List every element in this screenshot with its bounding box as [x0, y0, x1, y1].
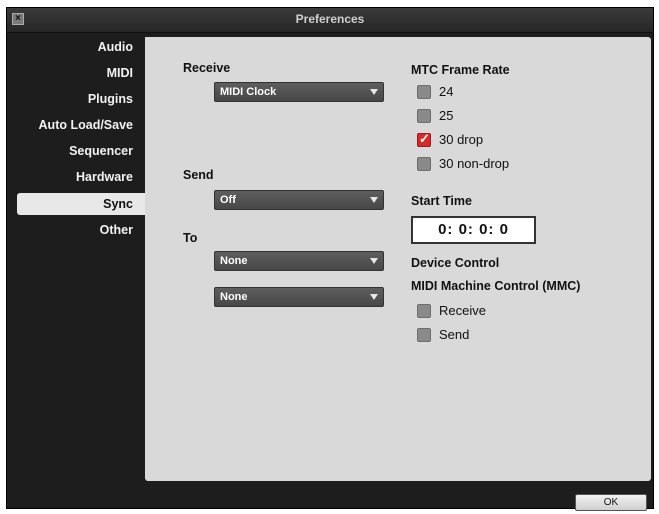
checkbox[interactable]	[417, 304, 431, 318]
mtc-frame-rate-label: MTC Frame Rate	[411, 63, 510, 77]
device-control-label: Device Control	[411, 256, 500, 270]
checkbox-checked[interactable]: ✓	[417, 131, 431, 147]
sidebar-item-audio[interactable]: Audio	[98, 40, 133, 54]
sidebar-item-auto-load-save[interactable]: Auto Load/Save	[39, 118, 133, 132]
mtc-option-label: 25	[439, 108, 454, 123]
sidebar-item-other[interactable]: Other	[100, 223, 133, 237]
sidebar-item-sync[interactable]: Sync	[103, 197, 133, 211]
start-time-label: Start Time	[411, 194, 472, 208]
ok-button[interactable]: OK	[575, 494, 647, 511]
sidebar-item-plugins[interactable]: Plugins	[88, 92, 133, 106]
chevron-down-icon	[370, 197, 378, 203]
send-label: Send	[183, 168, 214, 182]
receive-label: Receive	[183, 61, 231, 75]
mtc-option-25[interactable]: 25	[417, 108, 537, 126]
chevron-down-icon	[370, 89, 378, 95]
mmc-label: MIDI Machine Control (MMC)	[411, 279, 581, 293]
mtc-option-label: 24	[439, 84, 454, 99]
mtc-option-label: 30 drop	[439, 132, 484, 147]
send-dropdown-value: Off	[220, 194, 236, 206]
chevron-down-icon	[370, 294, 378, 300]
window-title: Preferences	[295, 12, 365, 26]
mtc-option-24[interactable]: 24	[417, 84, 537, 102]
to-dropdown-1-value: None	[220, 255, 248, 267]
receive-dropdown[interactable]: MIDI Clock	[214, 82, 384, 102]
start-time-field[interactable]: 0: 0: 0: 0	[411, 216, 536, 244]
mtc-option-30-non-drop[interactable]: 30 non-drop	[417, 156, 537, 174]
mtc-option-label: 30 non-drop	[439, 156, 510, 171]
checkbox[interactable]	[417, 157, 431, 171]
preferences-window: × Preferences Audio MIDI Plugins Auto Lo…	[6, 7, 654, 511]
checkmark-icon: ✓	[419, 131, 430, 146]
sidebar-item-sequencer[interactable]: Sequencer	[69, 144, 133, 158]
to-dropdown-2[interactable]: None	[214, 287, 384, 307]
to-dropdown-1[interactable]: None	[214, 251, 384, 271]
receive-dropdown-value: MIDI Clock	[220, 86, 277, 98]
chevron-down-icon	[370, 258, 378, 264]
sidebar-item-hardware[interactable]: Hardware	[76, 170, 133, 184]
title-bar: × Preferences	[7, 8, 653, 33]
to-label: To	[183, 231, 198, 245]
mmc-option-label: Receive	[439, 303, 486, 318]
checkbox[interactable]	[417, 85, 431, 99]
to-dropdown-2-value: None	[220, 291, 248, 303]
checkbox[interactable]	[417, 328, 431, 342]
mmc-option-label: Send	[439, 327, 470, 342]
checkbox[interactable]	[417, 109, 431, 123]
mmc-send-option[interactable]: Send	[417, 327, 537, 345]
send-dropdown[interactable]: Off	[214, 190, 384, 210]
sidebar-item-midi[interactable]: MIDI	[107, 66, 133, 80]
mmc-receive-option[interactable]: Receive	[417, 303, 537, 321]
mtc-option-30-drop[interactable]: ✓ 30 drop	[417, 131, 537, 150]
